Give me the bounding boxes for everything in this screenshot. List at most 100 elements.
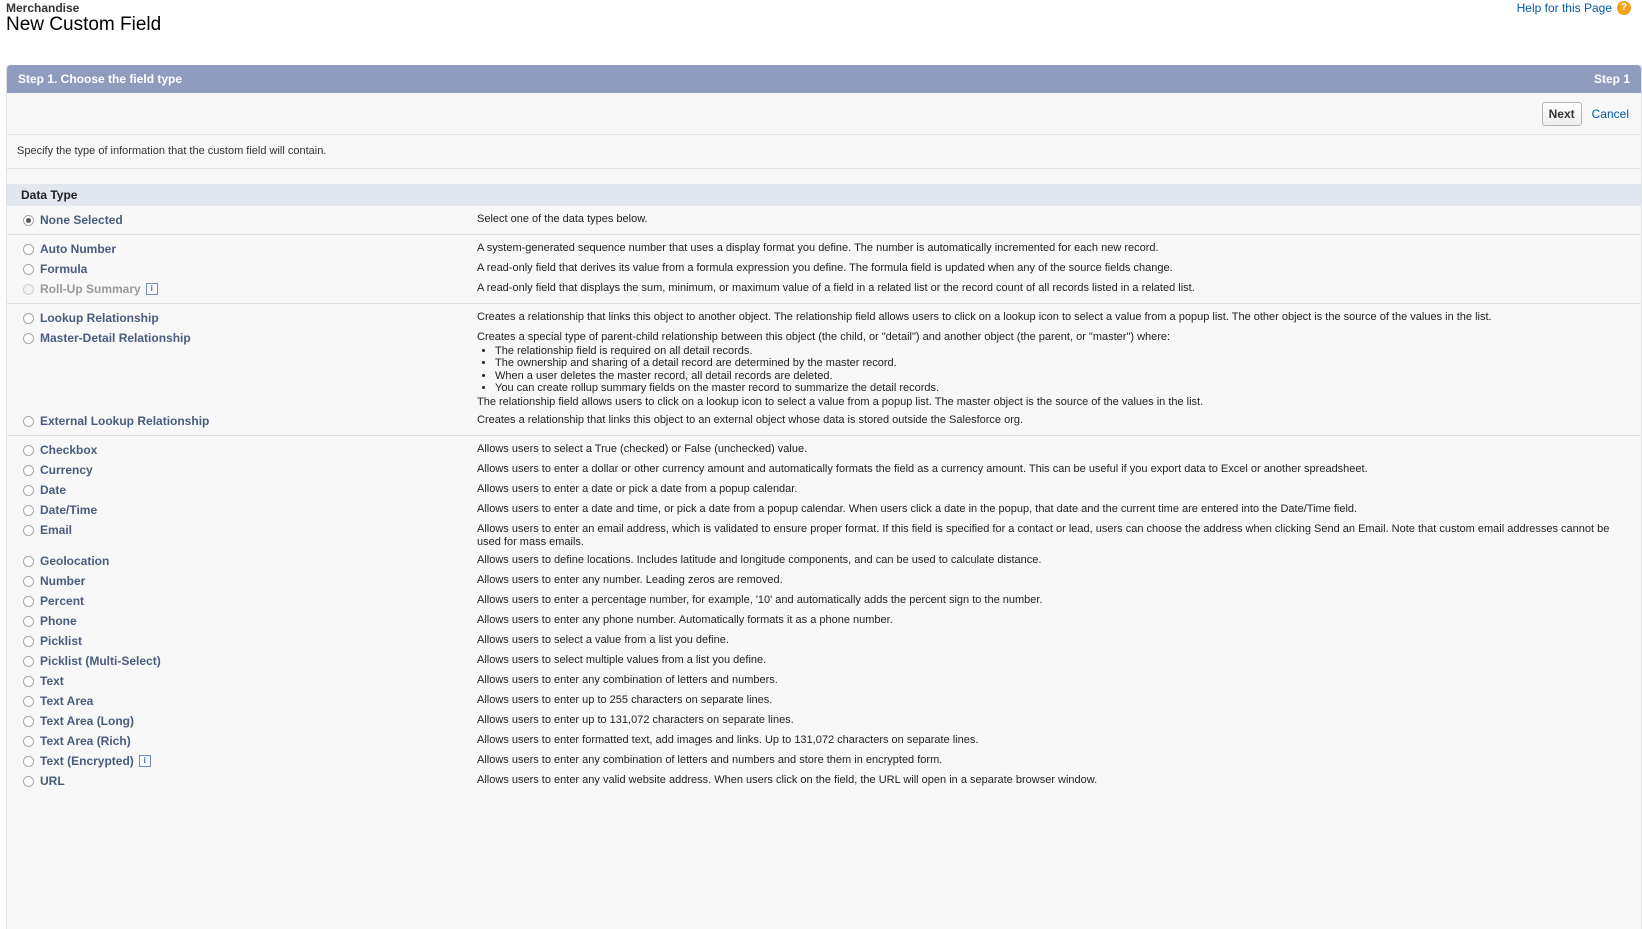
radio-button[interactable] xyxy=(23,676,34,687)
option-description: Allows users to enter any number. Leadin… xyxy=(477,574,783,586)
radio-external-lookup-relationship[interactable]: External Lookup Relationship xyxy=(7,414,477,428)
next-button[interactable]: Next xyxy=(1541,101,1582,126)
option-label[interactable]: Geolocation xyxy=(40,554,109,568)
option-label[interactable]: Auto Number xyxy=(40,242,116,256)
option-label[interactable]: External Lookup Relationship xyxy=(40,414,209,428)
step-header: Step 1. Choose the field type Step 1 xyxy=(7,65,1641,93)
info-icon[interactable]: i xyxy=(138,755,151,767)
help-icon[interactable]: ? xyxy=(1617,1,1631,15)
radio-currency[interactable]: Currency xyxy=(7,463,477,477)
data-type-row: Phone Allows users to enter any phone nu… xyxy=(7,611,1641,631)
option-label[interactable]: Text (Encrypted) xyxy=(40,754,134,768)
radio-email[interactable]: Email xyxy=(7,523,477,548)
radio-button[interactable] xyxy=(23,244,34,255)
option-label[interactable]: Picklist (Multi-Select) xyxy=(40,654,161,668)
option-label[interactable]: Picklist xyxy=(40,634,82,648)
data-type-row: Lookup Relationship Creates a relationsh… xyxy=(7,308,1641,328)
data-type-row: Picklist (Multi-Select) Allows users to … xyxy=(7,651,1641,671)
radio-button[interactable] xyxy=(23,756,34,767)
radio-checkbox[interactable]: Checkbox xyxy=(7,443,477,457)
option-label[interactable]: Date/Time xyxy=(40,503,97,517)
info-icon[interactable]: i xyxy=(145,283,158,295)
radio-button[interactable] xyxy=(23,505,34,516)
radio-button[interactable] xyxy=(23,616,34,627)
wizard-panel: Step 1. Choose the field type Step 1 Nex… xyxy=(6,65,1642,929)
radio-master-detail-relationship[interactable]: Master-Detail Relationship xyxy=(7,331,477,408)
radio-lookup-relationship[interactable]: Lookup Relationship xyxy=(7,311,477,325)
radio-button[interactable] xyxy=(23,445,34,456)
page-header: Merchandise New Custom Field Help for th… xyxy=(0,0,1642,65)
radio-button[interactable] xyxy=(23,596,34,607)
radio-date-time[interactable]: Date/Time xyxy=(7,503,477,517)
help-link-label[interactable]: Help for this Page xyxy=(1517,1,1612,15)
option-description: Allows users to enter up to 131,072 char… xyxy=(477,714,794,726)
radio-button[interactable] xyxy=(23,485,34,496)
radio-text-area-rich[interactable]: Text Area (Rich) xyxy=(7,734,477,748)
option-label[interactable]: Text Area xyxy=(40,694,93,708)
radio-button[interactable] xyxy=(23,313,34,324)
option-description: Select one of the data types below. xyxy=(477,213,648,225)
radio-button[interactable] xyxy=(23,556,34,567)
radio-button[interactable] xyxy=(23,576,34,587)
data-type-row: Master-Detail Relationship Creates a spe… xyxy=(7,328,1641,411)
option-label[interactable]: Text xyxy=(40,674,64,688)
radio-percent[interactable]: Percent xyxy=(7,594,477,608)
radio-auto-number[interactable]: Auto Number xyxy=(7,242,477,256)
option-label[interactable]: Master-Detail Relationship xyxy=(40,331,191,345)
list-item: When a user deletes the master record, a… xyxy=(495,370,1627,383)
radio-button[interactable] xyxy=(23,716,34,727)
option-label[interactable]: Email xyxy=(40,523,72,537)
data-type-row: Text Allows users to enter any combinati… xyxy=(7,671,1641,691)
option-label: Roll-Up Summary xyxy=(40,282,141,296)
option-label[interactable]: Percent xyxy=(40,594,84,608)
radio-number[interactable]: Number xyxy=(7,574,477,588)
radio-button[interactable] xyxy=(23,264,34,275)
data-type-row: Text Area Allows users to enter up to 25… xyxy=(7,691,1641,711)
radio-phone[interactable]: Phone xyxy=(7,614,477,628)
radio-button[interactable] xyxy=(23,465,34,476)
option-label[interactable]: Text Area (Long) xyxy=(40,714,134,728)
option-description: Allows users to enter a percentage numbe… xyxy=(477,594,1043,606)
option-label[interactable]: Number xyxy=(40,574,85,588)
radio-text-area-long[interactable]: Text Area (Long) xyxy=(7,714,477,728)
radio-formula[interactable]: Formula xyxy=(7,262,477,276)
radio-button[interactable] xyxy=(23,215,34,226)
radio-url[interactable]: URL xyxy=(7,774,477,788)
radio-picklist-multi-select[interactable]: Picklist (Multi-Select) xyxy=(7,654,477,668)
option-label[interactable]: Formula xyxy=(40,262,87,276)
option-label[interactable]: Date xyxy=(40,483,66,497)
help-link[interactable]: Help for this Page ? xyxy=(1517,1,1631,15)
radio-text[interactable]: Text xyxy=(7,674,477,688)
radio-button[interactable] xyxy=(23,776,34,787)
data-type-row: External Lookup Relationship Creates a r… xyxy=(7,411,1641,431)
option-label[interactable]: URL xyxy=(40,774,65,788)
radio-button[interactable] xyxy=(23,656,34,667)
button-bar: Next Cancel xyxy=(7,93,1641,135)
option-label[interactable]: None Selected xyxy=(40,213,123,227)
option-description: Allows users to define locations. Includ… xyxy=(477,554,1042,566)
radio-date[interactable]: Date xyxy=(7,483,477,497)
option-description: Allows users to enter any phone number. … xyxy=(477,614,893,626)
option-label[interactable]: Currency xyxy=(40,463,93,477)
data-type-row: Date Allows users to enter a date or pic… xyxy=(7,480,1641,500)
radio-button[interactable] xyxy=(23,416,34,427)
radio-text-encrypted[interactable]: Text (Encrypted) i xyxy=(7,754,477,768)
radio-text-area[interactable]: Text Area xyxy=(7,694,477,708)
option-description: Allows users to enter formatted text, ad… xyxy=(477,734,979,746)
data-type-row: None Selected Select one of the data typ… xyxy=(7,210,1641,230)
list-item: You can create rollup summary fields on … xyxy=(495,382,1627,395)
radio-button[interactable] xyxy=(23,525,34,536)
option-label[interactable]: Phone xyxy=(40,614,77,628)
option-description: Allows users to select a True (checked) … xyxy=(477,443,808,455)
radio-button[interactable] xyxy=(23,736,34,747)
option-label[interactable]: Lookup Relationship xyxy=(40,311,159,325)
radio-button[interactable] xyxy=(23,696,34,707)
radio-picklist[interactable]: Picklist xyxy=(7,634,477,648)
option-label[interactable]: Text Area (Rich) xyxy=(40,734,131,748)
cancel-link[interactable]: Cancel xyxy=(1592,107,1629,121)
radio-button[interactable] xyxy=(23,333,34,344)
radio-button[interactable] xyxy=(23,636,34,647)
option-label[interactable]: Checkbox xyxy=(40,443,97,457)
radio-none-selected[interactable]: None Selected xyxy=(7,213,477,227)
radio-geolocation[interactable]: Geolocation xyxy=(7,554,477,568)
